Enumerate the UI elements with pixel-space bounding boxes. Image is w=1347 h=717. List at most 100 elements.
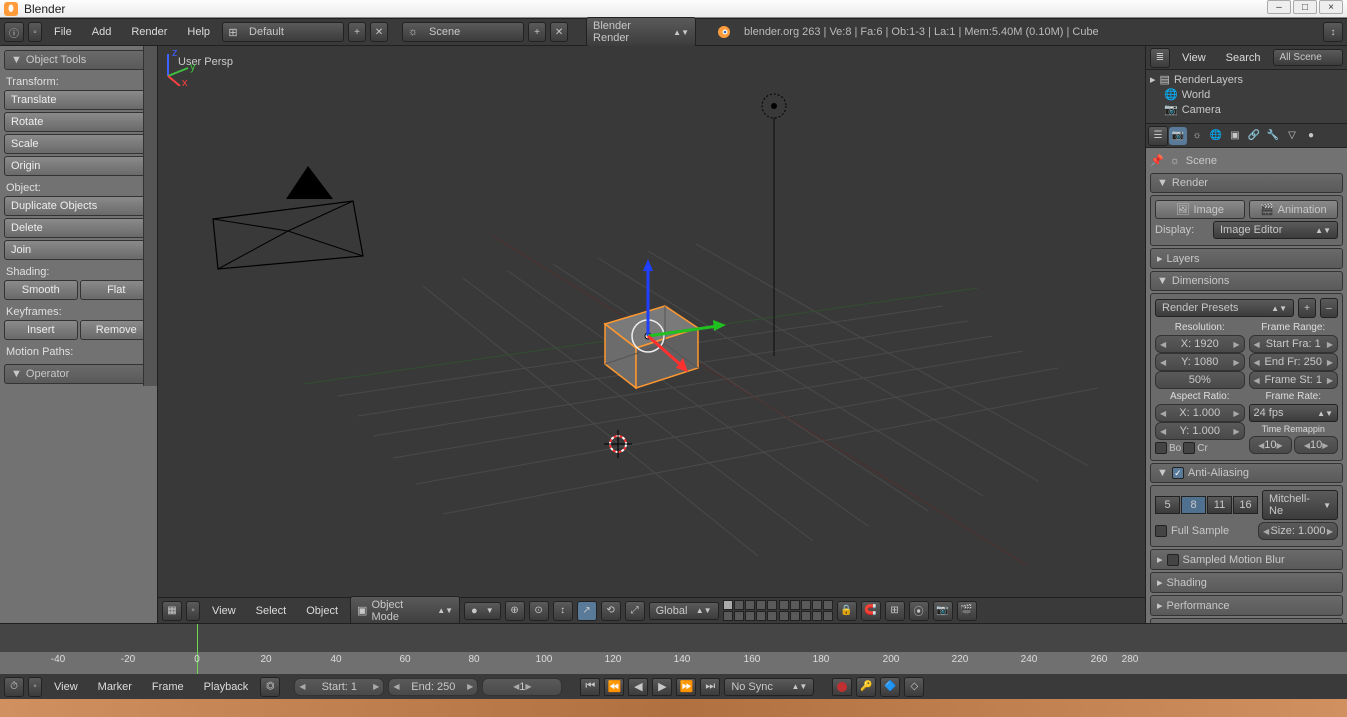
render-engine-dropdown[interactable]: Blender Render▲▼: [586, 17, 696, 47]
delete-keyframe-icon[interactable]: ◇: [904, 677, 924, 697]
snap-element-icon[interactable]: ⊞: [885, 601, 905, 621]
aa-panel-header[interactable]: ▼Anti-Aliasing: [1150, 463, 1343, 483]
orientation-dropdown[interactable]: Global▲▼: [649, 602, 719, 620]
operator-panel-header[interactable]: ▼Operator: [4, 364, 153, 384]
window-close-button[interactable]: ×: [1319, 0, 1343, 14]
mode-dropdown[interactable]: ▣Object Mode▲▼: [350, 596, 460, 624]
render-animation-button[interactable]: 🎬Animation: [1249, 200, 1339, 219]
render-tab-icon[interactable]: 📷: [1169, 127, 1187, 145]
3d-viewport[interactable]: User Persp: [158, 46, 1145, 623]
toolshelf-scrollbar[interactable]: [143, 46, 157, 386]
snap-toggle-icon[interactable]: 🧲: [861, 601, 881, 621]
end-frame-field[interactable]: ◀End Fr: 250▶: [1249, 353, 1339, 371]
current-frame-indicator[interactable]: [197, 624, 198, 674]
view3d-editor-icon[interactable]: ▦: [162, 601, 182, 621]
jump-to-start-button[interactable]: ⏮: [580, 678, 600, 696]
use-preview-range-icon[interactable]: ⏣: [260, 677, 280, 697]
manipulator-scale-icon[interactable]: ⤢: [625, 601, 645, 621]
editor-type-icon[interactable]: ⓘ: [4, 22, 24, 42]
pin-icon[interactable]: 📌: [1150, 154, 1164, 167]
frame-step-field[interactable]: ◀Frame St: 1▶: [1249, 371, 1339, 389]
performance-panel-header[interactable]: ▸Performance: [1150, 595, 1343, 616]
view-menu[interactable]: View: [204, 602, 244, 620]
menu-file[interactable]: File: [46, 23, 80, 41]
menu-add[interactable]: Add: [84, 23, 120, 41]
remove-keyframe-button[interactable]: Remove: [80, 320, 154, 340]
res-y-field[interactable]: ◀Y: 1080▶: [1155, 353, 1245, 371]
scene-add-button[interactable]: +: [528, 22, 546, 42]
scene-browse-icon[interactable]: ☼: [403, 26, 423, 38]
data-tab-icon[interactable]: ▽: [1283, 127, 1301, 145]
timeline-frame-menu[interactable]: Frame: [144, 678, 192, 696]
duplicate-button[interactable]: Duplicate Objects: [4, 196, 153, 216]
opengl-render-image-icon[interactable]: 📷: [933, 601, 953, 621]
aa-5-button[interactable]: 5: [1155, 496, 1180, 514]
delete-button[interactable]: Delete: [4, 218, 153, 238]
translate-button[interactable]: Translate: [4, 90, 153, 110]
outliner-display-dropdown[interactable]: All Scene: [1273, 49, 1343, 66]
aspect-y-field[interactable]: ◀Y: 1.000▶: [1155, 422, 1245, 440]
render-presets-dropdown[interactable]: Render Presets▲▼: [1155, 299, 1294, 317]
outliner-editor-icon[interactable]: ≣: [1150, 48, 1170, 68]
camera-object[interactable]: [213, 166, 363, 269]
aa-16-button[interactable]: 16: [1233, 496, 1258, 514]
layout-add-button[interactable]: +: [348, 22, 366, 42]
remap-old-field[interactable]: ◀10▶: [1249, 436, 1293, 454]
insert-keyframe-button[interactable]: Insert: [4, 320, 78, 340]
aa-8-button[interactable]: 8: [1181, 496, 1206, 514]
collapse-icon[interactable]: ◦: [28, 22, 42, 42]
select-menu[interactable]: Select: [248, 602, 295, 620]
keying-set-icon[interactable]: 🔑: [856, 677, 876, 697]
outliner-search-menu[interactable]: Search: [1218, 49, 1269, 67]
render-panel-header[interactable]: ▼Render: [1150, 173, 1343, 193]
remap-new-field[interactable]: ◀10▶: [1294, 436, 1338, 454]
res-pct-field[interactable]: 50%: [1155, 371, 1245, 389]
menu-help[interactable]: Help: [179, 23, 218, 41]
viewport-canvas[interactable]: [158, 46, 1145, 623]
res-x-field[interactable]: ◀X: 1920▶: [1155, 335, 1245, 353]
pivot-icon[interactable]: ⊕: [505, 601, 525, 621]
join-button[interactable]: Join: [4, 240, 153, 260]
lock-camera-icon[interactable]: 🔒: [837, 601, 857, 621]
manipulator-toggle-icon[interactable]: ↕: [553, 601, 573, 621]
outliner-item-world[interactable]: 🌐World: [1150, 87, 1343, 102]
window-minimize-button[interactable]: –: [1267, 0, 1291, 14]
fps-dropdown[interactable]: 24 fps▲▼: [1249, 404, 1339, 422]
play-reverse-button[interactable]: ◀: [628, 678, 648, 696]
outliner-item-renderlayers[interactable]: ▸▤RenderLayers: [1150, 72, 1343, 87]
modifiers-tab-icon[interactable]: 🔧: [1264, 127, 1282, 145]
timeline-view-menu[interactable]: View: [46, 678, 86, 696]
layout-remove-button[interactable]: ✕: [370, 22, 388, 42]
layout-dropdown[interactable]: ⊞ Default: [222, 22, 344, 42]
object-menu[interactable]: Object: [298, 602, 346, 620]
shading-dropdown[interactable]: ●▼: [464, 602, 501, 620]
aa-11-button[interactable]: 11: [1207, 496, 1232, 514]
jump-keyframe-fwd-button[interactable]: ⏩: [676, 678, 696, 696]
object-tab-icon[interactable]: ▣: [1226, 127, 1244, 145]
scene-tab-icon[interactable]: ☼: [1188, 127, 1206, 145]
border-checkbox[interactable]: [1155, 442, 1167, 454]
scene-breadcrumb[interactable]: Scene: [1186, 155, 1217, 167]
lamp-object[interactable]: [762, 94, 786, 356]
play-button[interactable]: ▶: [652, 678, 672, 696]
jump-keyframe-back-button[interactable]: ⏪: [604, 678, 624, 696]
filter-size-field[interactable]: ◀Size: 1.000▶: [1258, 522, 1338, 540]
3d-cursor[interactable]: [604, 430, 632, 458]
rotate-button[interactable]: Rotate: [4, 112, 153, 132]
window-maximize-button[interactable]: □: [1293, 0, 1317, 14]
aa-filter-dropdown[interactable]: Mitchell-Ne▼: [1262, 490, 1338, 520]
timeline-editor-icon[interactable]: ⏱: [4, 677, 24, 697]
opengl-render-anim-icon[interactable]: 🎬: [957, 601, 977, 621]
object-tools-header[interactable]: ▼Object Tools: [4, 50, 153, 70]
manipulator-translate-icon[interactable]: ↗: [577, 601, 597, 621]
full-sample-checkbox[interactable]: [1155, 525, 1167, 537]
smb-checkbox[interactable]: [1167, 554, 1179, 566]
shading-panel-header[interactable]: ▸Shading: [1150, 572, 1343, 593]
insert-keyframe-icon[interactable]: 🔷: [880, 677, 900, 697]
scale-button[interactable]: Scale: [4, 134, 153, 154]
layer-buttons[interactable]: [723, 600, 833, 621]
layers-panel-header[interactable]: ▸Layers: [1150, 248, 1343, 269]
display-dropdown[interactable]: Image Editor▲▼: [1213, 221, 1338, 239]
sync-dropdown[interactable]: No Sync▲▼: [724, 678, 814, 696]
outliner-view-menu[interactable]: View: [1174, 49, 1214, 67]
